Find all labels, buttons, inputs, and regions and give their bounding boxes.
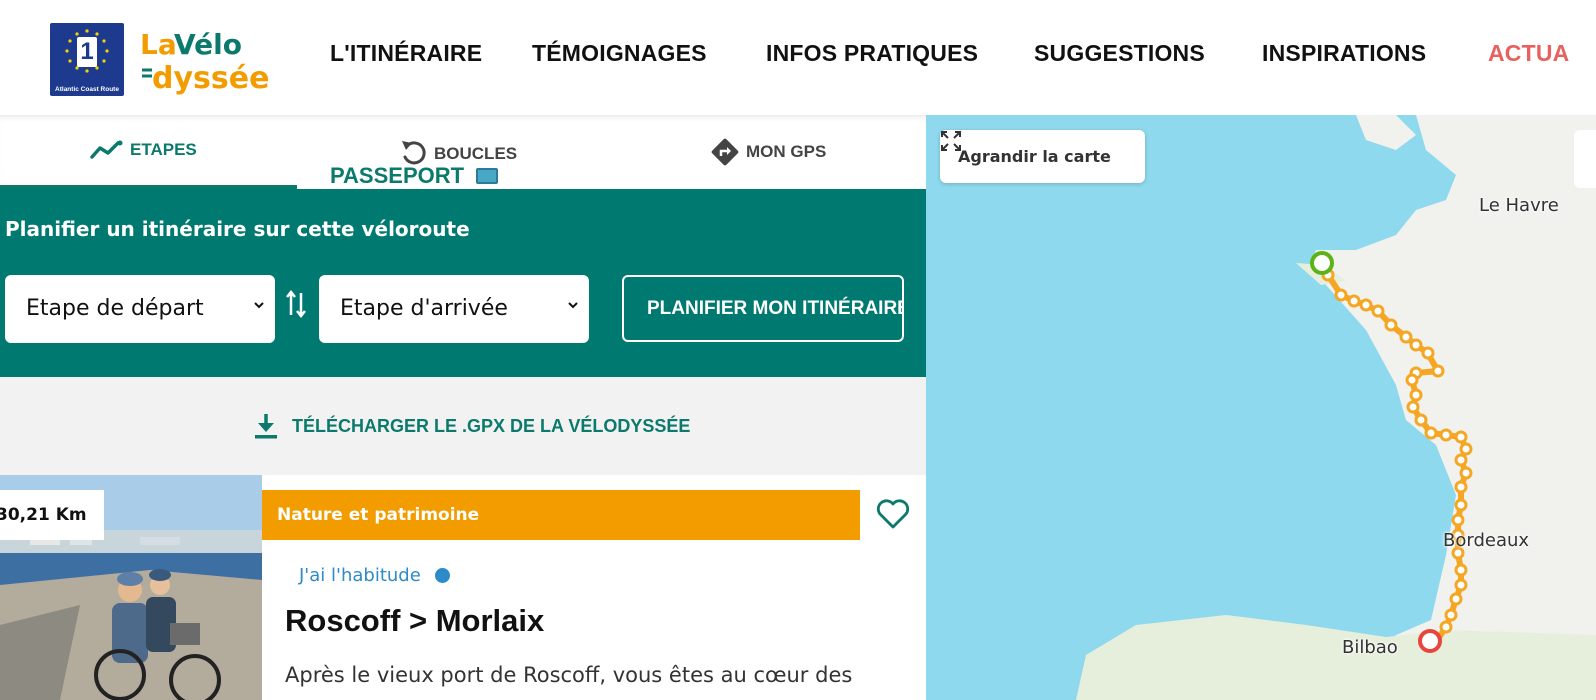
swap-arrows-icon[interactable] [285, 289, 307, 319]
enlarge-map-button[interactable]: Agrandir la carte [940, 130, 1145, 183]
stage-description: Après le vieux port de Roscoff, vous ête… [285, 663, 853, 687]
route-stage-marker[interactable] [1334, 288, 1348, 302]
map-label-bordeaux: Bordeaux [1443, 530, 1530, 551]
enlarge-map-label: Agrandir la carte [958, 147, 1111, 166]
difficulty-level: J'ai l'habitude [299, 565, 450, 586]
map-book-icon [476, 168, 499, 184]
tab-mon-gps[interactable]: MON GPS [710, 137, 826, 167]
route-stage-marker[interactable] [1459, 442, 1473, 456]
route-stage-marker[interactable] [1431, 364, 1445, 378]
route-stage-marker[interactable] [1454, 578, 1468, 592]
svg-text:dyssée: dyssée [152, 61, 269, 96]
route-stage-marker[interactable] [1414, 413, 1428, 427]
route-stage-marker[interactable] [1384, 318, 1398, 332]
map-label-le-havre: Le Havre [1479, 195, 1559, 216]
fullscreen-icon [941, 131, 961, 151]
site-header: 1 Atlantic Coast Route La Vélo dyssée L'… [0, 0, 1596, 115]
stage-title[interactable]: Roscoff > Morlaix [285, 603, 544, 639]
gpx-download-bar: TÉLÉCHARGER LE .GPX DE LA VÉLODYSSÉE [0, 377, 926, 475]
route-stage-marker[interactable] [1454, 453, 1468, 467]
plan-itinerary-button[interactable]: PLANIFIER MON ITINÉRAIRE [622, 275, 904, 342]
nav-temoignages[interactable]: TÉMOIGNAGES [532, 40, 707, 67]
route-stage-marker[interactable] [1409, 338, 1423, 352]
gpx-download-link[interactable]: TÉLÉCHARGER LE .GPX DE LA VÉLODYSSÉE [254, 412, 690, 440]
eurovelo-badge[interactable]: 1 Atlantic Coast Route [50, 23, 124, 96]
route-map[interactable]: Agrandir la carte Le Havre Bordeaux Bilb… [926, 115, 1596, 700]
route-stage-marker[interactable] [1371, 304, 1385, 318]
map-control-tab[interactable] [1574, 130, 1596, 188]
route-stage-marker[interactable] [1424, 426, 1438, 440]
nav-itineraire[interactable]: L'ITINÉRAIRE [330, 40, 482, 67]
route-stage-marker[interactable] [1439, 620, 1453, 634]
eurovelo-number: 1 [77, 37, 97, 67]
itinerary-tabs: ETAPES BOUCLES MON GPS PASSEPORT [0, 115, 926, 189]
route-stage-marker[interactable] [1459, 466, 1473, 480]
arrival-value: Etape d'arrivée [340, 296, 508, 321]
velodyssee-logo[interactable]: La Vélo dyssée [140, 24, 290, 96]
route-stage-marker[interactable] [1454, 480, 1468, 494]
route-stage-marker[interactable] [1449, 592, 1463, 606]
eurovelo-caption: Atlantic Coast Route [55, 86, 119, 93]
chevron-down-icon [568, 302, 578, 309]
nav-actualites[interactable]: ACTUA [1488, 40, 1570, 67]
itinerary-panel: ETAPES BOUCLES MON GPS PASSEPORT Planifi… [0, 115, 926, 700]
route-stage-marker[interactable] [1454, 498, 1468, 512]
route-planner: Planifier un itinéraire sur cette véloro… [0, 189, 926, 377]
nav-inspirations[interactable]: INSPIRATIONS [1262, 40, 1426, 67]
route-stage-marker[interactable] [1439, 428, 1453, 442]
heart-icon[interactable] [876, 498, 910, 530]
distance-badge: 30,21 Km [0, 490, 104, 540]
planner-title: Planifier un itinéraire sur cette véloro… [5, 217, 470, 241]
route-stage-marker[interactable] [1347, 294, 1361, 308]
tab-passeport-label: PASSEPORT [330, 163, 465, 188]
directions-icon [711, 138, 739, 166]
start-marker[interactable] [1310, 251, 1334, 275]
route-stage-marker[interactable] [1359, 298, 1373, 312]
download-icon [255, 414, 277, 439]
route-stage-marker[interactable] [1399, 330, 1413, 344]
route-stage-marker[interactable] [1406, 400, 1420, 414]
tab-passeport[interactable]: PASSEPORT [330, 163, 499, 189]
nav-infos-pratiques[interactable]: INFOS PRATIQUES [766, 40, 978, 67]
tab-mon-gps-label: MON GPS [746, 142, 827, 161]
departure-value: Etape de départ [26, 296, 204, 321]
route-stage-marker[interactable] [1444, 608, 1458, 622]
route-stage-marker[interactable] [1405, 373, 1419, 387]
tab-boucles-label: BOUCLES [434, 144, 518, 163]
route-stage-marker[interactable] [1454, 563, 1468, 577]
chevron-down-icon [254, 302, 264, 309]
tab-etapes[interactable]: ETAPES [90, 140, 197, 160]
gpx-download-label: TÉLÉCHARGER LE .GPX DE LA VÉLODYSSÉE [292, 415, 691, 436]
theme-tag: Nature et patrimoine [262, 490, 860, 540]
nav-suggestions[interactable]: SUGGESTIONS [1034, 40, 1205, 67]
route-stage-marker[interactable] [1454, 430, 1468, 444]
tab-etapes-label: ETAPES [130, 140, 197, 159]
difficulty-dot-icon [434, 568, 450, 583]
route-line-icon [90, 140, 123, 159]
svg-text:La: La [140, 28, 177, 61]
departure-select[interactable]: Etape de départ [5, 275, 275, 343]
arrival-select[interactable]: Etape d'arrivée [319, 275, 589, 343]
stage-card[interactable]: 30,21 Km Nature et patrimoine J'ai l'hab… [0, 475, 926, 700]
route-stage-marker[interactable] [1421, 346, 1435, 360]
route-stage-marker[interactable] [1409, 388, 1423, 402]
svg-text:Vélo: Vélo [174, 28, 242, 61]
end-marker[interactable] [1418, 629, 1442, 653]
difficulty-label: J'ai l'habitude [299, 565, 421, 586]
map-label-bilbao: Bilbao [1342, 637, 1398, 658]
route-stage-marker[interactable] [1451, 513, 1465, 527]
